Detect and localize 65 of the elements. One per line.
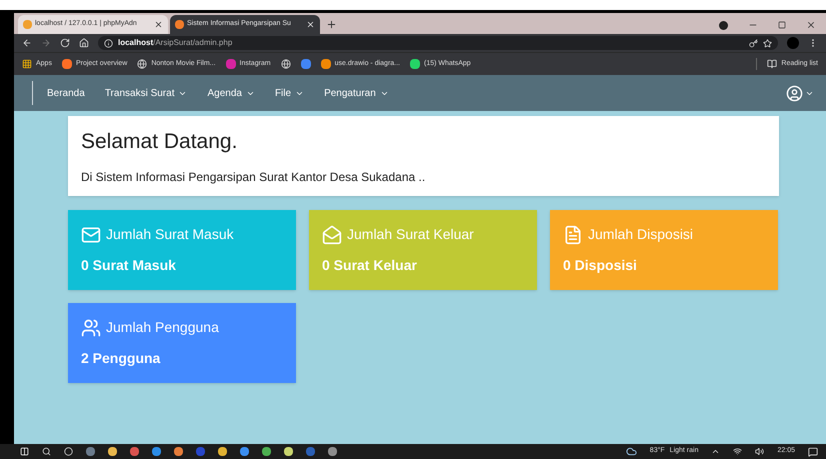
apps-grid-icon bbox=[22, 59, 32, 69]
volume-icon[interactable] bbox=[755, 447, 764, 456]
card-title: Jumlah Surat Keluar bbox=[347, 225, 474, 244]
taskbar-app-icon[interactable] bbox=[284, 447, 293, 456]
card-value: 2 Pengguna bbox=[81, 349, 162, 368]
forward-icon[interactable] bbox=[41, 38, 51, 48]
profile-badge-icon[interactable] bbox=[719, 20, 728, 30]
bookmark-link[interactable] bbox=[280, 59, 291, 69]
card-value: 0 Surat Masuk bbox=[81, 256, 177, 275]
back-icon[interactable] bbox=[22, 38, 32, 48]
site-favicon-icon bbox=[410, 59, 420, 69]
tray-expand-icon[interactable] bbox=[711, 447, 720, 456]
new-tab-icon[interactable] bbox=[326, 19, 337, 30]
close-icon[interactable] bbox=[806, 20, 816, 30]
taskbar-app-icon[interactable] bbox=[108, 447, 117, 456]
welcome-subtitle: Di Sistem Informasi Pengarsipan Surat Kantor Desa Sukadana .. bbox=[81, 168, 426, 186]
site-favicon-icon bbox=[320, 59, 331, 69]
tab-favicon-icon bbox=[23, 20, 32, 29]
people-icon bbox=[81, 318, 101, 338]
key-icon[interactable] bbox=[749, 38, 758, 48]
cortana-icon[interactable] bbox=[64, 447, 73, 456]
globe-icon bbox=[280, 59, 291, 69]
nav-link[interactable]: Agenda bbox=[207, 86, 255, 100]
site-favicon-icon bbox=[226, 59, 236, 69]
nav-link[interactable]: File bbox=[274, 86, 304, 100]
card-title: Jumlah Disposisi bbox=[588, 225, 694, 244]
nav-link[interactable]: Pengaturan bbox=[324, 86, 389, 100]
restore-icon[interactable] bbox=[778, 21, 786, 29]
nav-link[interactable]: Transaksi Surat bbox=[104, 86, 188, 100]
taskbar-app-icon[interactable] bbox=[152, 447, 161, 456]
account-menu[interactable] bbox=[786, 84, 814, 102]
taskbar-app-icon[interactable] bbox=[130, 447, 139, 456]
reload-icon[interactable] bbox=[60, 38, 70, 48]
home-icon[interactable] bbox=[79, 38, 89, 48]
envelope-icon bbox=[81, 224, 101, 244]
notifications-icon[interactable] bbox=[808, 446, 818, 456]
reading-list-icon bbox=[767, 59, 778, 69]
taskbar-app-icon[interactable] bbox=[262, 447, 271, 456]
url-text: localhost/ArsipSurat/admin.php bbox=[118, 37, 232, 49]
info-icon bbox=[104, 38, 113, 48]
close-icon[interactable] bbox=[154, 20, 163, 29]
network-icon[interactable] bbox=[733, 447, 742, 456]
welcome-title: Selamat Datang. bbox=[81, 129, 238, 156]
taskbar-app-icon[interactable] bbox=[240, 447, 249, 456]
nav-link[interactable]: Beranda bbox=[47, 86, 85, 100]
bookmark-link[interactable] bbox=[300, 59, 311, 69]
taskbar-app-icon[interactable] bbox=[328, 447, 337, 456]
globe-icon bbox=[137, 59, 148, 69]
site-favicon-icon bbox=[300, 59, 311, 69]
card-value: 0 Surat Keluar bbox=[322, 256, 418, 275]
account-icon bbox=[786, 84, 803, 102]
card-title: Jumlah Surat Masuk bbox=[106, 225, 234, 244]
card-title: Jumlah Pengguna bbox=[106, 318, 219, 337]
card-value: 0 Disposisi bbox=[563, 256, 638, 275]
site-favicon-icon bbox=[62, 59, 72, 69]
cloud-icon bbox=[626, 446, 637, 457]
document-icon bbox=[563, 224, 583, 244]
tab-favicon-icon bbox=[175, 20, 184, 29]
search-icon[interactable] bbox=[42, 447, 51, 456]
start-icon[interactable] bbox=[20, 447, 29, 456]
taskbar-app-icon[interactable] bbox=[218, 447, 227, 456]
star-icon[interactable] bbox=[763, 38, 772, 48]
address-bar[interactable]: localhost/ArsipSurat/admin.php bbox=[98, 36, 778, 50]
taskbar-app-icon[interactable] bbox=[174, 447, 183, 456]
open-envelope-icon bbox=[322, 224, 342, 244]
